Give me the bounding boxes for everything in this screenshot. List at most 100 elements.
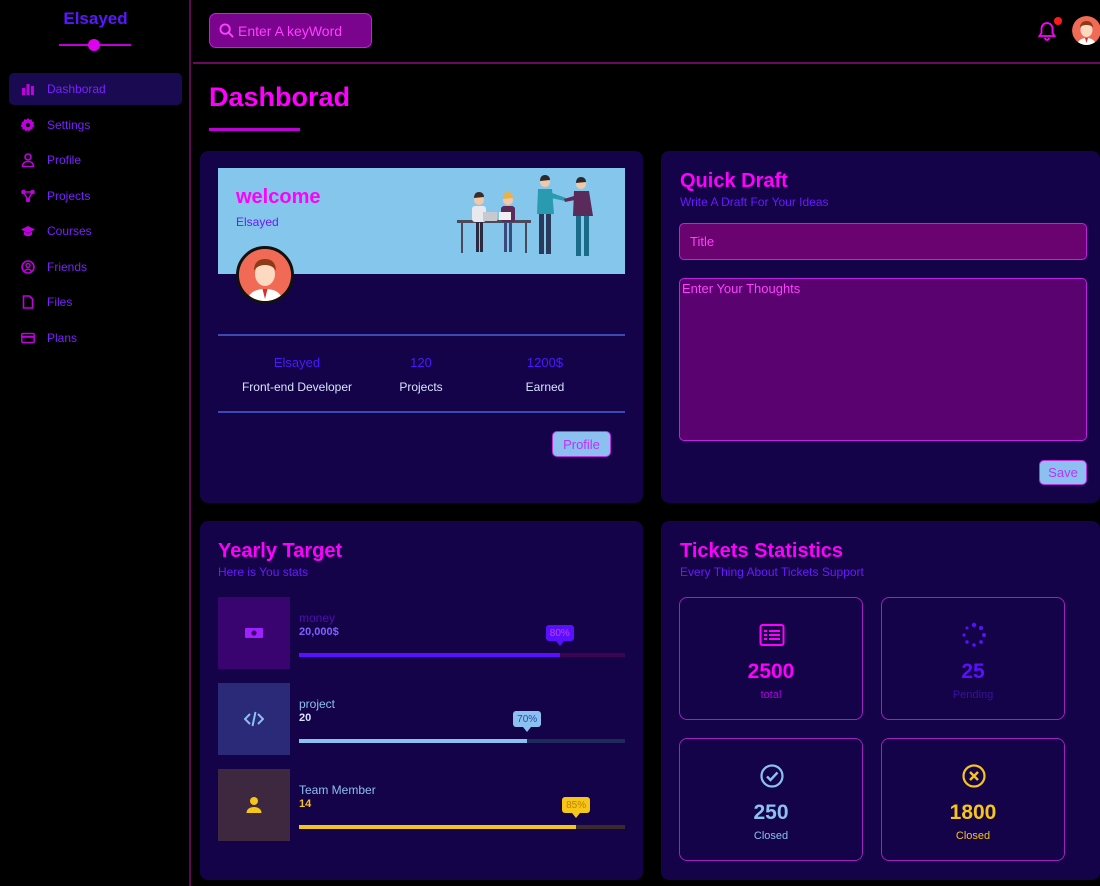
page-title: Dashborad [209, 82, 351, 112]
progress-fill [299, 653, 560, 657]
save-button[interactable]: Save [1039, 460, 1087, 485]
divider [218, 334, 625, 336]
notification-badge [1054, 17, 1062, 25]
draft-title-input[interactable] [679, 223, 1087, 260]
target-label: project [299, 697, 336, 711]
target-label: Team Member [299, 783, 376, 797]
card-subtitle: Write A Draft For Your Ideas [680, 195, 829, 209]
progress-track [299, 825, 625, 829]
target-row-project: project 20 70% [218, 683, 625, 755]
welcome-name: Elsayed [236, 215, 279, 229]
sidebar-item-label: Dashborad [47, 82, 106, 96]
target-label: money [299, 611, 336, 625]
welcome-title: welcome [236, 186, 321, 208]
top-header [193, 0, 1100, 64]
card-title: Quick Draft [680, 170, 788, 192]
ticket-label: Closed [753, 830, 789, 842]
gear-icon [19, 117, 37, 132]
ticket-count: 1800 [949, 801, 997, 824]
target-row-team: Team Member 14 85% [218, 769, 625, 841]
sidebar-item-profile[interactable]: Profile [9, 144, 182, 176]
list-icon [759, 624, 785, 646]
sidebar-nav: Dashborad Settings Profile Projects Cour… [9, 73, 182, 357]
target-value: 14 [299, 798, 312, 810]
user-icon [246, 797, 262, 813]
avatar[interactable] [1072, 16, 1100, 45]
sidebar-item-files[interactable]: Files [9, 286, 182, 318]
stat-earned: 1200$ Earned [470, 355, 620, 394]
graduation-cap-icon [19, 224, 37, 238]
progress-track [299, 653, 625, 657]
check-circle-icon [760, 764, 784, 788]
file-icon [19, 295, 37, 309]
target-icon-box [218, 597, 290, 669]
diagram-icon [19, 189, 37, 203]
search-icon [219, 23, 234, 38]
card-title: Yearly Target [218, 540, 343, 562]
ticket-label: Closed [955, 830, 991, 842]
stat-label: Earned [525, 380, 565, 394]
user-circle-icon [19, 259, 37, 274]
progress-fill [299, 739, 528, 743]
card-title: Tickets Statistics [680, 540, 844, 562]
ticket-label: total [760, 689, 782, 701]
target-icon-box [218, 683, 290, 755]
progress-track [299, 739, 625, 743]
chart-bar-icon [19, 82, 37, 96]
profile-button[interactable]: Profile [552, 431, 611, 457]
target-row-money: money 20,000$ 80% [218, 597, 625, 669]
sidebar-item-label: Friends [47, 259, 88, 274]
card-subtitle: Every Thing About Tickets Support [680, 565, 864, 579]
search-input[interactable] [238, 22, 363, 39]
sidebar-item-settings[interactable]: Settings [9, 109, 182, 141]
brand-dot [88, 39, 100, 51]
target-value: 20,000$ [299, 626, 339, 638]
ticket-count: 250 [753, 801, 789, 824]
ticket-stat-closed: 250 Closed [679, 738, 863, 861]
ticket-stat-closed-x: 1800 Closed [881, 738, 1065, 861]
tickets-statistics-card: Tickets Statistics Every Thing About Tic… [661, 521, 1100, 880]
code-icon [244, 711, 264, 727]
card-subtitle: Here is You stats [218, 565, 309, 579]
x-circle-icon [962, 764, 986, 788]
profile-avatar [236, 246, 294, 304]
sidebar-item-label: Profile [47, 153, 82, 167]
sidebar-item-label: Courses [47, 224, 92, 238]
money-icon [245, 628, 263, 638]
title-underline [209, 128, 300, 131]
sidebar-item-label: Plans [47, 330, 78, 345]
progress-fill [299, 825, 577, 829]
sidebar-item-dashboard[interactable]: Dashborad [9, 73, 182, 105]
stat-value: 1200$ [526, 355, 564, 370]
sidebar-item-label: Settings [47, 117, 91, 132]
target-value: 20 [299, 712, 312, 724]
sidebar-item-label: Projects [47, 188, 91, 203]
quick-draft-card: Quick Draft Write A Draft For Your Ideas… [661, 151, 1100, 503]
sidebar-item-courses[interactable]: Courses [9, 215, 182, 247]
target-icon-box [218, 769, 290, 841]
ticket-stat-pending: 25 Pending [881, 597, 1065, 720]
ticket-label: Pending [952, 689, 994, 701]
user-icon [19, 153, 37, 167]
draft-body-textarea[interactable] [679, 278, 1087, 441]
brand-name: Elsayed [63, 9, 128, 28]
spinner-icon [962, 622, 986, 647]
search-box[interactable] [209, 13, 372, 48]
divider [218, 411, 625, 413]
sidebar-item-projects[interactable]: Projects [9, 180, 182, 212]
ticket-stat-total: 2500 total [679, 597, 863, 720]
ticket-count: 2500 [747, 660, 795, 683]
sidebar-item-friends[interactable]: Friends [9, 251, 182, 283]
progress-badge: 80% [545, 625, 574, 646]
yearly-target-card: Yearly Target Here is You stats money 20… [200, 521, 643, 880]
sidebar-item-label: Files [47, 295, 73, 309]
progress-badge: 85% [562, 797, 591, 818]
welcome-card: welcome Elsayed Elsayed Front-end Develo… [200, 151, 643, 503]
team-illustration [457, 175, 593, 256]
credit-card-icon [19, 331, 37, 345]
ticket-count: 25 [961, 660, 985, 683]
progress-badge: 70% [513, 711, 542, 732]
sidebar-item-plans[interactable]: Plans [9, 322, 182, 354]
bell-icon[interactable] [1038, 21, 1056, 41]
sidebar: Elsayed Dashborad Settings Profile Proje… [0, 0, 191, 886]
